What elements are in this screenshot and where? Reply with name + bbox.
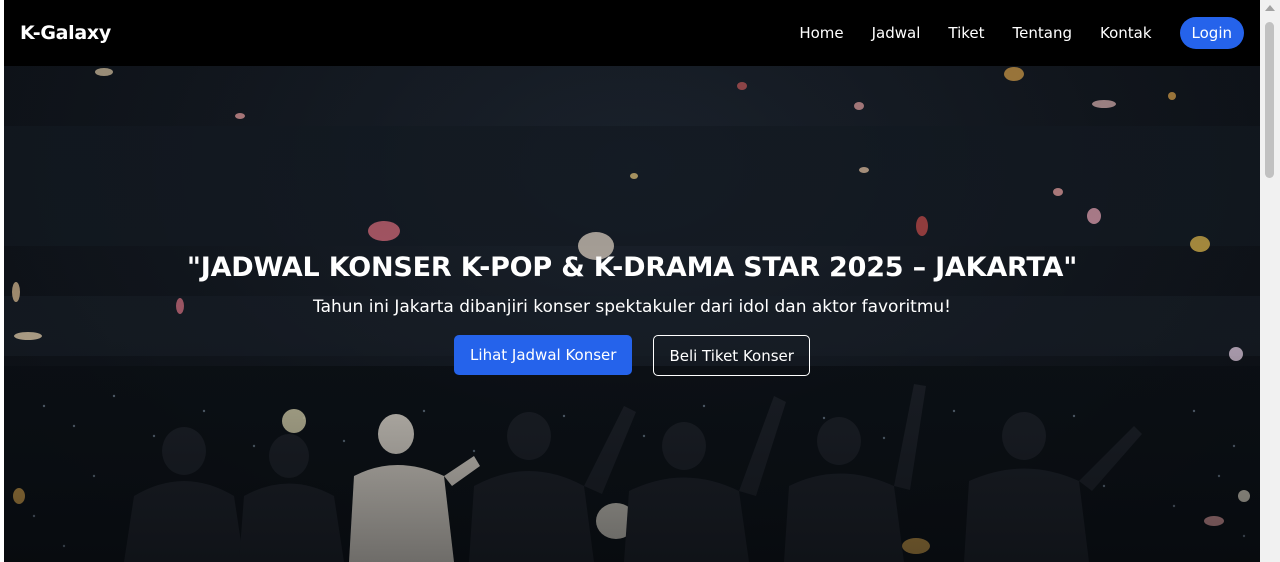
login-button[interactable]: Login [1179,17,1244,49]
brand-logo[interactable]: K-Galaxy [20,22,111,44]
scrollbar-thumb[interactable] [1265,22,1274,178]
scroll-up-arrow-icon[interactable] [1265,5,1275,11]
hero-content: "JADWAL KONSER K-POP & K-DRAMA STAR 2025… [4,252,1260,376]
hero-buttons: Lihat Jadwal Konser Beli Tiket Konser [4,335,1260,376]
nav-link-jadwal[interactable]: Jadwal [872,24,921,42]
browser-viewport: K-Galaxy Home Jadwal Tiket Tentang Konta… [0,0,1280,562]
hero-subtitle: Tahun ini Jakarta dibanjiri konser spekt… [313,297,951,317]
vertical-scrollbar[interactable] [1260,0,1280,562]
nav-link-kontak[interactable]: Kontak [1100,24,1152,42]
buy-ticket-button[interactable]: Beli Tiket Konser [653,335,810,376]
hero-section: "JADWAL KONSER K-POP & K-DRAMA STAR 2025… [4,66,1260,562]
nav-link-tiket[interactable]: Tiket [948,24,984,42]
view-schedule-button[interactable]: Lihat Jadwal Konser [454,335,633,375]
top-navbar: K-Galaxy Home Jadwal Tiket Tentang Konta… [4,0,1260,66]
hero-title: "JADWAL KONSER K-POP & K-DRAMA STAR 2025… [186,252,1078,283]
nav-links: Home Jadwal Tiket Tentang Kontak Login [799,17,1244,49]
nav-link-home[interactable]: Home [799,24,843,42]
nav-link-tentang[interactable]: Tentang [1013,24,1072,42]
